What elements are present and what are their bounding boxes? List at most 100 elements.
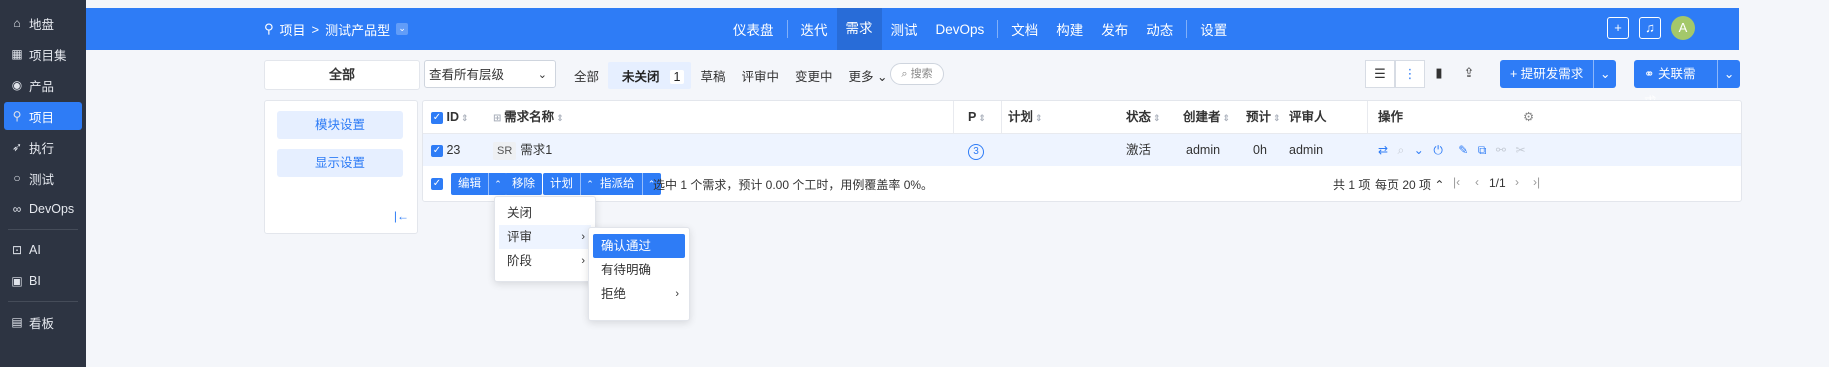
breadcrumb-project[interactable]: 项目 [280, 20, 306, 39]
sidebar-item-product[interactable]: ◉ 产品 [4, 71, 82, 99]
header-name[interactable]: ⊞ 需求名称 ⇕ [493, 101, 564, 133]
all-modules-button[interactable]: 全部 [264, 60, 420, 90]
nav-dynamic[interactable]: 动态 [1137, 19, 1182, 39]
module-settings-button[interactable]: 模块设置 [277, 111, 403, 139]
row-creator: admin [1186, 143, 1221, 157]
menu-item-stage[interactable]: 阶段 › [499, 249, 591, 273]
next-page-icon[interactable]: › [1515, 175, 1519, 189]
sidebar-item-devops[interactable]: ∞ DevOps [4, 195, 82, 223]
header-creator[interactable]: 创建者 ⇕ [1183, 101, 1230, 133]
copy-icon[interactable]: ⧉ [1478, 143, 1487, 157]
nav-settings[interactable]: 设置 [1191, 19, 1236, 39]
menu-item-review[interactable]: 评审 › [499, 225, 591, 249]
change-icon[interactable]: ⇄ [1378, 143, 1388, 157]
per-page-select[interactable]: 每页 20 项 ⌃ [1375, 176, 1444, 193]
level-select[interactable]: 查看所有层级 ⌄ [424, 60, 556, 88]
sidebar-item-project[interactable]: ⚲ 项目 [4, 102, 82, 130]
page-indicator: 1/1 [1489, 176, 1506, 190]
sidebar-item-test[interactable]: ○ 测试 [4, 164, 82, 192]
nav-divider [997, 20, 999, 38]
search-icon: ⌕ [1397, 143, 1405, 157]
nav-build[interactable]: 构建 [1047, 19, 1092, 39]
product-dropdown-icon[interactable]: ⌄ [396, 23, 409, 35]
header-id[interactable]: ✓ ID ⇕ [431, 101, 469, 133]
last-page-icon[interactable]: ›| [1533, 175, 1540, 189]
chevron-down-icon[interactable]: ⌄ [1593, 60, 1616, 88]
batch-assign-label: 指派给 [600, 178, 635, 190]
table-row[interactable]: ✓ 23 SR 需求1 3 激活 admin 0h admin ⇄ ⌕ ⌄ ⏻ ✎… [423, 134, 1741, 166]
sidebar-item-home[interactable]: ⌂ 地盘 [4, 9, 82, 37]
collapse-icon[interactable]: |← [394, 209, 409, 223]
header-status[interactable]: 状态 ⇕ [1126, 101, 1161, 133]
edit-icon[interactable]: ✎ [1458, 143, 1468, 157]
sort-icon: ⇕ [1222, 113, 1231, 123]
tree-view-icon[interactable]: ⋮ [1395, 60, 1425, 88]
tab-more[interactable]: 更多 ⌄ [842, 62, 895, 89]
create-story-label: + 提研发需求 [1510, 67, 1584, 81]
expand-all-icon[interactable]: ⊞ [493, 113, 504, 124]
batch-plan-button[interactable]: 计划 ⌃ [543, 173, 599, 195]
header-estimate[interactable]: 预计 ⇕ [1246, 101, 1281, 133]
tab-draft[interactable]: 草稿 [693, 62, 732, 89]
tab-reviewing[interactable]: 评审中 [735, 62, 787, 89]
first-page-icon[interactable]: |‹ [1453, 175, 1460, 189]
list-view-icon[interactable]: ☰ [1365, 60, 1395, 88]
menu-item-approve[interactable]: 确认通过 [593, 234, 685, 258]
header-priority[interactable]: P ⇕ [968, 101, 986, 133]
link-story-button[interactable]: ⚭ 关联需求⌄ [1634, 60, 1740, 109]
nav-devops[interactable]: DevOps [927, 22, 994, 37]
story-name-link[interactable]: 需求1 [520, 143, 552, 157]
story-table: ✓ ID ⇕ ⊞ 需求名称 ⇕ P ⇕ 计划 ⇕ 状态 ⇕ 创建者 ⇕ 预计 ⇕ 评审人 操作… [422, 100, 1742, 202]
prev-page-icon[interactable]: ‹ [1475, 175, 1479, 189]
display-settings-button[interactable]: 显示设置 [277, 149, 403, 177]
total-count: 共 1 项 [1333, 178, 1371, 192]
bell-icon[interactable]: ♫ [1639, 17, 1661, 39]
sidebar-item-bi[interactable]: ▣ BI [4, 267, 82, 295]
bi-icon: ▣ [11, 274, 23, 288]
batch-assign-button[interactable]: 指派给 ⌃ [593, 173, 661, 195]
power-icon[interactable]: ⏻ [1433, 143, 1443, 157]
chevron-down-icon[interactable]: ⌄ [1717, 60, 1740, 88]
menu-item-close[interactable]: 关闭 [499, 201, 591, 225]
tab-unclosed[interactable]: 未关闭 1 [608, 61, 692, 89]
nav-release[interactable]: 发布 [1092, 19, 1137, 39]
sidebar-item-label: 看板 [29, 316, 55, 331]
menu-item-label: 阶段 [507, 254, 533, 268]
menu-item-reject[interactable]: 拒绝 › [593, 282, 685, 306]
nav-dashboard[interactable]: 仪表盘 [724, 19, 783, 39]
footer-select-all-checkbox[interactable]: ✓ [431, 178, 443, 190]
view-toggle: ☰ ⋮ [1365, 60, 1425, 88]
sidebar-item-label: 项目集 [29, 48, 67, 63]
nav-story[interactable]: 需求 [836, 8, 882, 50]
report-icon[interactable]: ▮ [1427, 60, 1451, 86]
sidebar-item-ai[interactable]: ⊡ AI [4, 236, 82, 264]
breadcrumb-product[interactable]: 测试产品型 [325, 20, 390, 39]
chevron-down-icon[interactable]: ⌄ [1414, 143, 1424, 157]
sidebar-item-execution[interactable]: ➶ 执行 [4, 133, 82, 161]
create-story-button[interactable]: + 提研发需求 ⌄ [1500, 60, 1617, 88]
row-status: 激活 [1126, 143, 1152, 157]
sidebar-item-kanban[interactable]: ▤ 看板 [4, 308, 82, 336]
menu-item-clarify[interactable]: 有待明确 [593, 258, 685, 282]
search-button[interactable]: ⌕ 搜索 [890, 63, 944, 85]
project-icon: ⚲ [264, 21, 274, 36]
infinity-icon: ∞ [12, 202, 22, 216]
tab-all[interactable]: 全部 [567, 62, 606, 89]
batch-edit-button[interactable]: 编辑 ⌃ [451, 173, 507, 195]
nav-test[interactable]: 测试 [882, 19, 927, 39]
column-settings-icon[interactable]: ⚙ [1523, 101, 1534, 133]
batch-edit-label: 编辑 [458, 178, 481, 190]
row-checkbox[interactable]: ✓ [431, 144, 443, 157]
nav-iteration[interactable]: 迭代 [792, 19, 837, 39]
select-all-checkbox[interactable]: ✓ [431, 111, 443, 124]
add-icon[interactable]: + [1607, 17, 1629, 39]
tab-changing[interactable]: 变更中 [788, 62, 840, 89]
header-plan[interactable]: 计划 ⇕ [1008, 101, 1043, 133]
breadcrumb-separator: > [311, 21, 320, 37]
batch-remove-button[interactable]: 移除 [505, 173, 542, 195]
avatar[interactable]: A [1671, 16, 1695, 40]
nav-doc[interactable]: 文档 [1002, 19, 1047, 39]
chevron-down-icon: ⌄ [537, 69, 547, 81]
sidebar-item-program[interactable]: ▦ 项目集 [4, 40, 82, 68]
export-icon[interactable]: ⇪ [1457, 60, 1481, 86]
